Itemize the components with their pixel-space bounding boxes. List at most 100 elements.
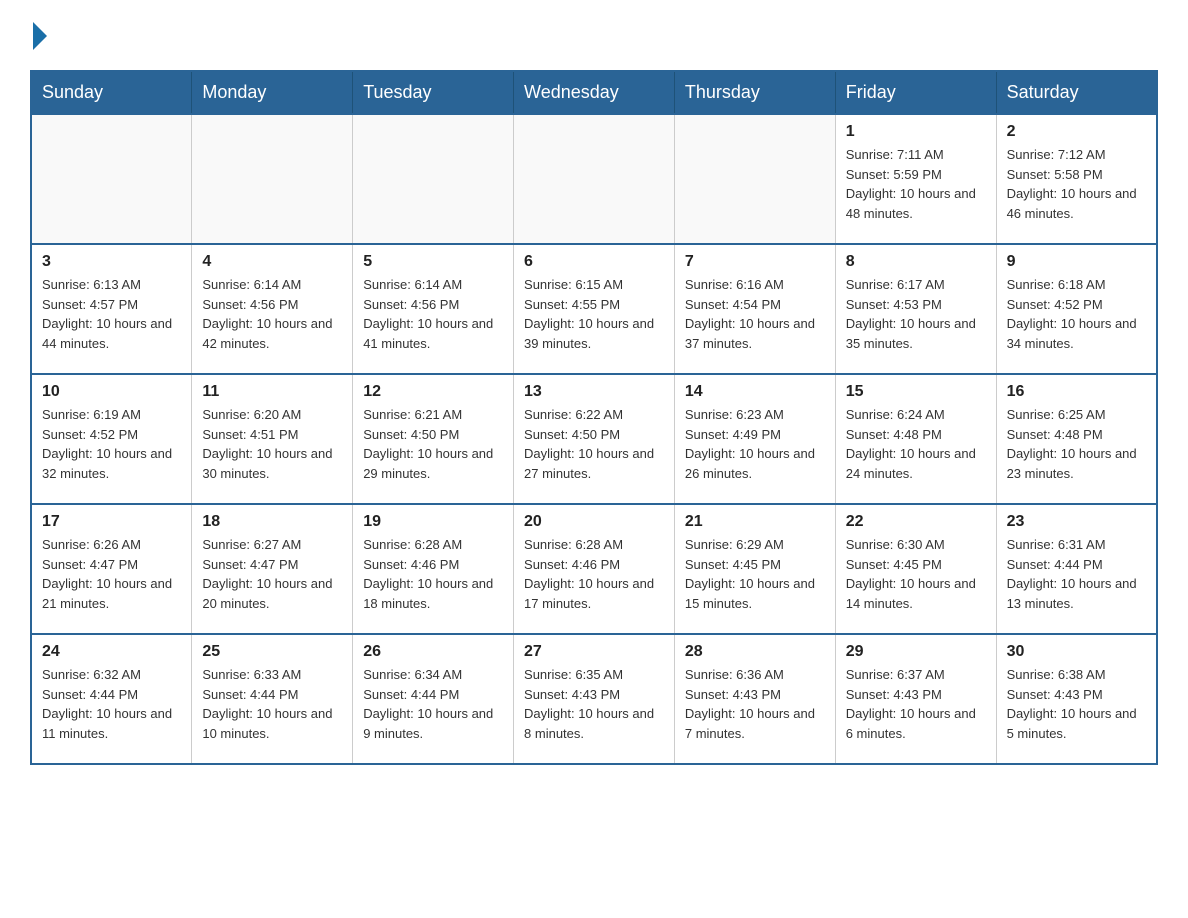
day-number: 8: [846, 253, 986, 271]
day-info: Sunrise: 7:11 AM Sunset: 5:59 PM Dayligh…: [846, 145, 986, 223]
calendar-week-4: 17 Sunrise: 6:26 AM Sunset: 4:47 PM Dayli…: [31, 504, 1157, 634]
calendar-cell: 5 Sunrise: 6:14 AM Sunset: 4:56 PM Daylig…: [353, 244, 514, 374]
day-info: Sunrise: 6:19 AM Sunset: 4:52 PM Dayligh…: [42, 405, 181, 483]
day-info: Sunrise: 6:17 AM Sunset: 4:53 PM Dayligh…: [846, 275, 986, 353]
day-info: Sunrise: 6:15 AM Sunset: 4:55 PM Dayligh…: [524, 275, 664, 353]
day-number: 4: [202, 253, 342, 271]
day-info: Sunrise: 6:16 AM Sunset: 4:54 PM Dayligh…: [685, 275, 825, 353]
calendar-cell: 17 Sunrise: 6:26 AM Sunset: 4:47 PM Dayli…: [31, 504, 192, 634]
day-number: 13: [524, 383, 664, 401]
day-info: Sunrise: 6:28 AM Sunset: 4:46 PM Dayligh…: [363, 535, 503, 613]
day-info: Sunrise: 6:21 AM Sunset: 4:50 PM Dayligh…: [363, 405, 503, 483]
day-info: Sunrise: 6:22 AM Sunset: 4:50 PM Dayligh…: [524, 405, 664, 483]
day-info: Sunrise: 6:13 AM Sunset: 4:57 PM Dayligh…: [42, 275, 181, 353]
day-info: Sunrise: 6:37 AM Sunset: 4:43 PM Dayligh…: [846, 665, 986, 743]
day-number: 5: [363, 253, 503, 271]
day-info: Sunrise: 6:27 AM Sunset: 4:47 PM Dayligh…: [202, 535, 342, 613]
calendar-cell: 20 Sunrise: 6:28 AM Sunset: 4:46 PM Dayli…: [514, 504, 675, 634]
day-number: 20: [524, 513, 664, 531]
day-number: 1: [846, 123, 986, 141]
day-number: 30: [1007, 643, 1146, 661]
day-number: 17: [42, 513, 181, 531]
day-info: Sunrise: 6:32 AM Sunset: 4:44 PM Dayligh…: [42, 665, 181, 743]
day-info: Sunrise: 6:14 AM Sunset: 4:56 PM Dayligh…: [363, 275, 503, 353]
calendar-week-3: 10 Sunrise: 6:19 AM Sunset: 4:52 PM Dayli…: [31, 374, 1157, 504]
day-number: 29: [846, 643, 986, 661]
calendar-week-5: 24 Sunrise: 6:32 AM Sunset: 4:44 PM Dayli…: [31, 634, 1157, 764]
calendar-cell: 29 Sunrise: 6:37 AM Sunset: 4:43 PM Dayli…: [835, 634, 996, 764]
day-number: 28: [685, 643, 825, 661]
day-number: 11: [202, 383, 342, 401]
day-number: 6: [524, 253, 664, 271]
calendar-cell: [353, 114, 514, 244]
day-number: 18: [202, 513, 342, 531]
day-info: Sunrise: 6:28 AM Sunset: 4:46 PM Dayligh…: [524, 535, 664, 613]
calendar-cell: 8 Sunrise: 6:17 AM Sunset: 4:53 PM Daylig…: [835, 244, 996, 374]
day-info: Sunrise: 6:31 AM Sunset: 4:44 PM Dayligh…: [1007, 535, 1146, 613]
logo-arrow-icon: [33, 22, 47, 50]
calendar-cell: 27Sunrise: 6:35 AM Sunset: 4:43 PM Dayli…: [514, 634, 675, 764]
day-number: 23: [1007, 513, 1146, 531]
calendar-cell: 14Sunrise: 6:23 AM Sunset: 4:49 PM Dayli…: [674, 374, 835, 504]
calendar-cell: 13 Sunrise: 6:22 AM Sunset: 4:50 PM Dayli…: [514, 374, 675, 504]
day-number: 10: [42, 383, 181, 401]
calendar-cell: 25Sunrise: 6:33 AM Sunset: 4:44 PM Dayli…: [192, 634, 353, 764]
calendar-cell: 22Sunrise: 6:30 AM Sunset: 4:45 PM Dayli…: [835, 504, 996, 634]
calendar-cell: 1 Sunrise: 7:11 AM Sunset: 5:59 PM Daylig…: [835, 114, 996, 244]
day-info: Sunrise: 6:25 AM Sunset: 4:48 PM Dayligh…: [1007, 405, 1146, 483]
day-info: Sunrise: 6:20 AM Sunset: 4:51 PM Dayligh…: [202, 405, 342, 483]
calendar-cell: 28 Sunrise: 6:36 AM Sunset: 4:43 PM Dayli…: [674, 634, 835, 764]
calendar-cell: 6 Sunrise: 6:15 AM Sunset: 4:55 PM Daylig…: [514, 244, 675, 374]
day-info: Sunrise: 6:36 AM Sunset: 4:43 PM Dayligh…: [685, 665, 825, 743]
calendar-cell: 21 Sunrise: 6:29 AM Sunset: 4:45 PM Dayli…: [674, 504, 835, 634]
day-number: 21: [685, 513, 825, 531]
day-number: 15: [846, 383, 986, 401]
day-number: 26: [363, 643, 503, 661]
day-info: Sunrise: 6:30 AM Sunset: 4:45 PM Dayligh…: [846, 535, 986, 613]
day-number: 24: [42, 643, 181, 661]
day-header-friday: Friday: [835, 71, 996, 114]
calendar-cell: 2 Sunrise: 7:12 AM Sunset: 5:58 PM Daylig…: [996, 114, 1157, 244]
calendar-cell: 3 Sunrise: 6:13 AM Sunset: 4:57 PM Daylig…: [31, 244, 192, 374]
calendar-cell: 12 Sunrise: 6:21 AM Sunset: 4:50 PM Dayli…: [353, 374, 514, 504]
day-header-wednesday: Wednesday: [514, 71, 675, 114]
day-number: 9: [1007, 253, 1146, 271]
day-header-tuesday: Tuesday: [353, 71, 514, 114]
day-info: Sunrise: 6:24 AM Sunset: 4:48 PM Dayligh…: [846, 405, 986, 483]
calendar-cell: 15 Sunrise: 6:24 AM Sunset: 4:48 PM Dayli…: [835, 374, 996, 504]
calendar-cell: 7Sunrise: 6:16 AM Sunset: 4:54 PM Daylig…: [674, 244, 835, 374]
calendar-cell: [192, 114, 353, 244]
calendar-cell: 26 Sunrise: 6:34 AM Sunset: 4:44 PM Dayli…: [353, 634, 514, 764]
calendar-cell: [514, 114, 675, 244]
calendar-cell: 4 Sunrise: 6:14 AM Sunset: 4:56 PM Daylig…: [192, 244, 353, 374]
day-number: 16: [1007, 383, 1146, 401]
logo: [30, 20, 47, 50]
calendar-cell: 16 Sunrise: 6:25 AM Sunset: 4:48 PM Dayli…: [996, 374, 1157, 504]
calendar-cell: 30 Sunrise: 6:38 AM Sunset: 4:43 PM Dayli…: [996, 634, 1157, 764]
day-number: 2: [1007, 123, 1146, 141]
day-header-monday: Monday: [192, 71, 353, 114]
calendar-week-1: 1 Sunrise: 7:11 AM Sunset: 5:59 PM Daylig…: [31, 114, 1157, 244]
calendar-cell: [31, 114, 192, 244]
day-header-saturday: Saturday: [996, 71, 1157, 114]
calendar-week-2: 3 Sunrise: 6:13 AM Sunset: 4:57 PM Daylig…: [31, 244, 1157, 374]
page-header: [30, 20, 1158, 50]
day-info: Sunrise: 6:26 AM Sunset: 4:47 PM Dayligh…: [42, 535, 181, 613]
calendar-cell: 11 Sunrise: 6:20 AM Sunset: 4:51 PM Dayli…: [192, 374, 353, 504]
day-number: 3: [42, 253, 181, 271]
calendar-cell: 18 Sunrise: 6:27 AM Sunset: 4:47 PM Dayli…: [192, 504, 353, 634]
day-header-sunday: Sunday: [31, 71, 192, 114]
calendar-table: SundayMondayTuesdayWednesdayThursdayFrid…: [30, 70, 1158, 765]
day-info: Sunrise: 7:12 AM Sunset: 5:58 PM Dayligh…: [1007, 145, 1146, 223]
day-info: Sunrise: 6:35 AM Sunset: 4:43 PM Dayligh…: [524, 665, 664, 743]
day-info: Sunrise: 6:14 AM Sunset: 4:56 PM Dayligh…: [202, 275, 342, 353]
day-number: 12: [363, 383, 503, 401]
day-info: Sunrise: 6:38 AM Sunset: 4:43 PM Dayligh…: [1007, 665, 1146, 743]
calendar-cell: 23 Sunrise: 6:31 AM Sunset: 4:44 PM Dayli…: [996, 504, 1157, 634]
calendar-cell: 24 Sunrise: 6:32 AM Sunset: 4:44 PM Dayli…: [31, 634, 192, 764]
day-info: Sunrise: 6:29 AM Sunset: 4:45 PM Dayligh…: [685, 535, 825, 613]
day-info: Sunrise: 6:34 AM Sunset: 4:44 PM Dayligh…: [363, 665, 503, 743]
day-header-thursday: Thursday: [674, 71, 835, 114]
calendar-cell: 19Sunrise: 6:28 AM Sunset: 4:46 PM Dayli…: [353, 504, 514, 634]
day-info: Sunrise: 6:23 AM Sunset: 4:49 PM Dayligh…: [685, 405, 825, 483]
